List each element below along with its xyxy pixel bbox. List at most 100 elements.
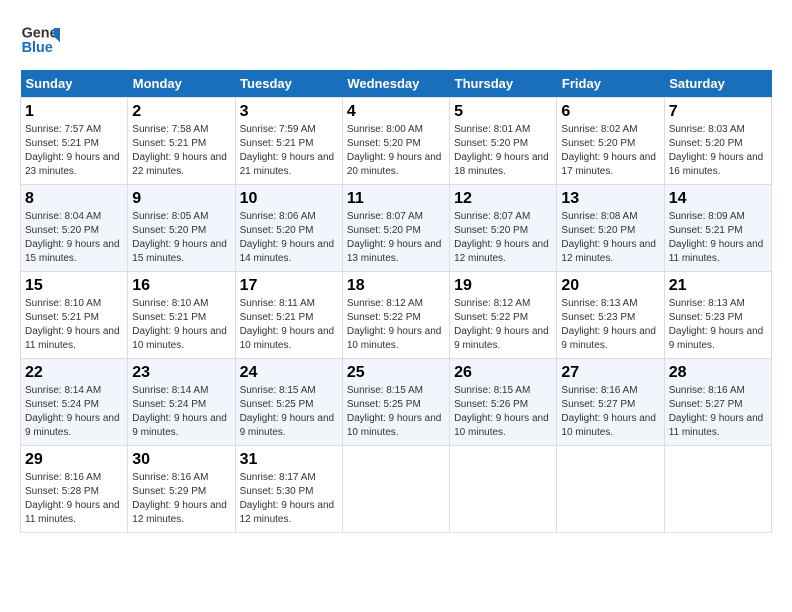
empty-cell [664, 446, 771, 533]
day-number: 6 [561, 103, 659, 121]
day-info: Sunrise: 8:04 AMSunset: 5:20 PMDaylight:… [25, 211, 120, 264]
day-cell-26: 26 Sunrise: 8:15 AMSunset: 5:26 PMDaylig… [450, 359, 557, 446]
day-cell-7: 7 Sunrise: 8:03 AMSunset: 5:20 PMDayligh… [664, 98, 771, 185]
day-cell-30: 30 Sunrise: 8:16 AMSunset: 5:29 PMDaylig… [128, 446, 235, 533]
day-number: 28 [669, 364, 767, 382]
day-number: 17 [240, 277, 338, 295]
day-info: Sunrise: 8:16 AMSunset: 5:27 PMDaylight:… [669, 385, 764, 438]
day-cell-19: 19 Sunrise: 8:12 AMSunset: 5:22 PMDaylig… [450, 272, 557, 359]
day-cell-20: 20 Sunrise: 8:13 AMSunset: 5:23 PMDaylig… [557, 272, 664, 359]
day-number: 9 [132, 190, 230, 208]
svg-text:Blue: Blue [22, 40, 53, 56]
day-cell-25: 25 Sunrise: 8:15 AMSunset: 5:25 PMDaylig… [342, 359, 449, 446]
day-cell-18: 18 Sunrise: 8:12 AMSunset: 5:22 PMDaylig… [342, 272, 449, 359]
day-cell-28: 28 Sunrise: 8:16 AMSunset: 5:27 PMDaylig… [664, 359, 771, 446]
day-cell-17: 17 Sunrise: 8:11 AMSunset: 5:21 PMDaylig… [235, 272, 342, 359]
day-number: 4 [347, 103, 445, 121]
day-info: Sunrise: 8:13 AMSunset: 5:23 PMDaylight:… [669, 298, 764, 351]
day-number: 21 [669, 277, 767, 295]
day-number: 31 [240, 451, 338, 469]
day-info: Sunrise: 8:15 AMSunset: 5:25 PMDaylight:… [240, 385, 335, 438]
day-cell-3: 3 Sunrise: 7:59 AMSunset: 5:21 PMDayligh… [235, 98, 342, 185]
day-number: 15 [25, 277, 123, 295]
day-number: 26 [454, 364, 552, 382]
day-number: 25 [347, 364, 445, 382]
day-cell-23: 23 Sunrise: 8:14 AMSunset: 5:24 PMDaylig… [128, 359, 235, 446]
day-info: Sunrise: 8:06 AMSunset: 5:20 PMDaylight:… [240, 211, 335, 264]
day-number: 11 [347, 190, 445, 208]
day-cell-15: 15 Sunrise: 8:10 AMSunset: 5:21 PMDaylig… [21, 272, 128, 359]
day-cell-4: 4 Sunrise: 8:00 AMSunset: 5:20 PMDayligh… [342, 98, 449, 185]
day-number: 29 [25, 451, 123, 469]
page-header: General Blue [20, 20, 772, 60]
day-info: Sunrise: 8:03 AMSunset: 5:20 PMDaylight:… [669, 124, 764, 177]
col-header-tuesday: Tuesday [235, 70, 342, 98]
col-header-sunday: Sunday [21, 70, 128, 98]
day-info: Sunrise: 8:17 AMSunset: 5:30 PMDaylight:… [240, 472, 335, 525]
day-number: 23 [132, 364, 230, 382]
day-number: 19 [454, 277, 552, 295]
day-info: Sunrise: 8:16 AMSunset: 5:28 PMDaylight:… [25, 472, 120, 525]
day-number: 13 [561, 190, 659, 208]
day-info: Sunrise: 8:15 AMSunset: 5:25 PMDaylight:… [347, 385, 442, 438]
day-cell-10: 10 Sunrise: 8:06 AMSunset: 5:20 PMDaylig… [235, 185, 342, 272]
day-info: Sunrise: 7:57 AMSunset: 5:21 PMDaylight:… [25, 124, 120, 177]
day-info: Sunrise: 7:58 AMSunset: 5:21 PMDaylight:… [132, 124, 227, 177]
day-cell-24: 24 Sunrise: 8:15 AMSunset: 5:25 PMDaylig… [235, 359, 342, 446]
day-info: Sunrise: 8:02 AMSunset: 5:20 PMDaylight:… [561, 124, 656, 177]
day-info: Sunrise: 8:05 AMSunset: 5:20 PMDaylight:… [132, 211, 227, 264]
day-info: Sunrise: 8:01 AMSunset: 5:20 PMDaylight:… [454, 124, 549, 177]
day-cell-27: 27 Sunrise: 8:16 AMSunset: 5:27 PMDaylig… [557, 359, 664, 446]
day-number: 10 [240, 190, 338, 208]
calendar-table: SundayMondayTuesdayWednesdayThursdayFrid… [20, 70, 772, 533]
day-info: Sunrise: 8:00 AMSunset: 5:20 PMDaylight:… [347, 124, 442, 177]
day-info: Sunrise: 8:14 AMSunset: 5:24 PMDaylight:… [132, 385, 227, 438]
day-number: 8 [25, 190, 123, 208]
day-number: 3 [240, 103, 338, 121]
day-info: Sunrise: 8:14 AMSunset: 5:24 PMDaylight:… [25, 385, 120, 438]
col-header-monday: Monday [128, 70, 235, 98]
day-number: 18 [347, 277, 445, 295]
day-cell-21: 21 Sunrise: 8:13 AMSunset: 5:23 PMDaylig… [664, 272, 771, 359]
col-header-wednesday: Wednesday [342, 70, 449, 98]
day-info: Sunrise: 8:10 AMSunset: 5:21 PMDaylight:… [132, 298, 227, 351]
day-cell-1: 1 Sunrise: 7:57 AMSunset: 5:21 PMDayligh… [21, 98, 128, 185]
empty-cell [557, 446, 664, 533]
day-cell-12: 12 Sunrise: 8:07 AMSunset: 5:20 PMDaylig… [450, 185, 557, 272]
col-header-thursday: Thursday [450, 70, 557, 98]
day-info: Sunrise: 8:07 AMSunset: 5:20 PMDaylight:… [347, 211, 442, 264]
empty-cell [342, 446, 449, 533]
day-info: Sunrise: 8:07 AMSunset: 5:20 PMDaylight:… [454, 211, 549, 264]
day-cell-9: 9 Sunrise: 8:05 AMSunset: 5:20 PMDayligh… [128, 185, 235, 272]
day-number: 7 [669, 103, 767, 121]
day-number: 20 [561, 277, 659, 295]
day-number: 30 [132, 451, 230, 469]
logo: General Blue [20, 20, 66, 60]
day-cell-22: 22 Sunrise: 8:14 AMSunset: 5:24 PMDaylig… [21, 359, 128, 446]
day-info: Sunrise: 8:08 AMSunset: 5:20 PMDaylight:… [561, 211, 656, 264]
day-number: 16 [132, 277, 230, 295]
col-header-friday: Friday [557, 70, 664, 98]
day-cell-6: 6 Sunrise: 8:02 AMSunset: 5:20 PMDayligh… [557, 98, 664, 185]
day-number: 5 [454, 103, 552, 121]
day-number: 1 [25, 103, 123, 121]
day-cell-2: 2 Sunrise: 7:58 AMSunset: 5:21 PMDayligh… [128, 98, 235, 185]
day-info: Sunrise: 8:12 AMSunset: 5:22 PMDaylight:… [347, 298, 442, 351]
day-info: Sunrise: 8:16 AMSunset: 5:27 PMDaylight:… [561, 385, 656, 438]
day-cell-16: 16 Sunrise: 8:10 AMSunset: 5:21 PMDaylig… [128, 272, 235, 359]
day-number: 27 [561, 364, 659, 382]
day-info: Sunrise: 8:13 AMSunset: 5:23 PMDaylight:… [561, 298, 656, 351]
day-number: 14 [669, 190, 767, 208]
day-cell-29: 29 Sunrise: 8:16 AMSunset: 5:28 PMDaylig… [21, 446, 128, 533]
day-info: Sunrise: 8:15 AMSunset: 5:26 PMDaylight:… [454, 385, 549, 438]
day-cell-14: 14 Sunrise: 8:09 AMSunset: 5:21 PMDaylig… [664, 185, 771, 272]
day-number: 2 [132, 103, 230, 121]
day-cell-5: 5 Sunrise: 8:01 AMSunset: 5:20 PMDayligh… [450, 98, 557, 185]
col-header-saturday: Saturday [664, 70, 771, 98]
day-cell-8: 8 Sunrise: 8:04 AMSunset: 5:20 PMDayligh… [21, 185, 128, 272]
day-info: Sunrise: 8:16 AMSunset: 5:29 PMDaylight:… [132, 472, 227, 525]
day-info: Sunrise: 7:59 AMSunset: 5:21 PMDaylight:… [240, 124, 335, 177]
day-number: 22 [25, 364, 123, 382]
day-cell-31: 31 Sunrise: 8:17 AMSunset: 5:30 PMDaylig… [235, 446, 342, 533]
day-cell-11: 11 Sunrise: 8:07 AMSunset: 5:20 PMDaylig… [342, 185, 449, 272]
